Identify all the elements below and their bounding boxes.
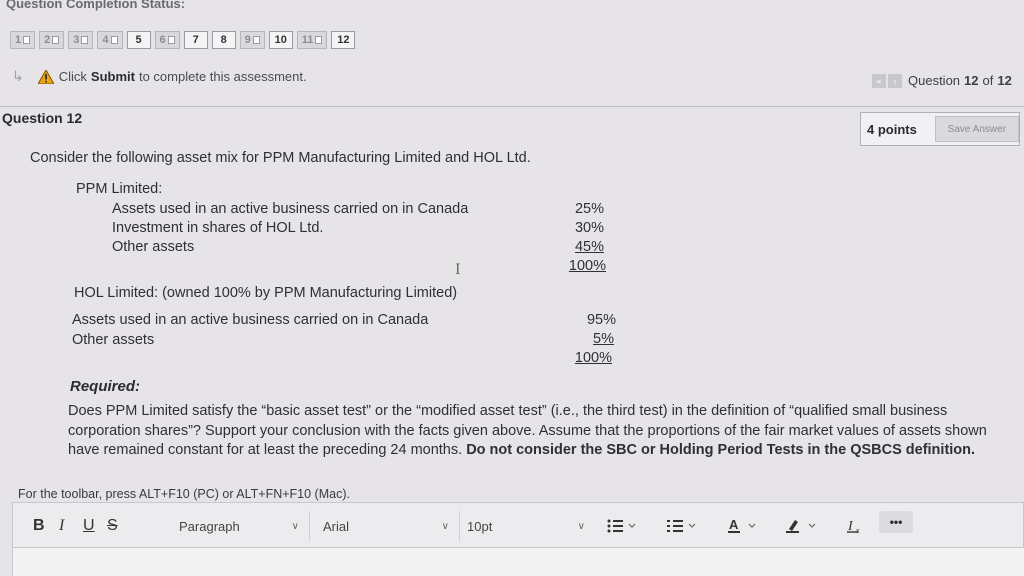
ppm-row-label: Assets used in an active business carrie… (112, 201, 469, 217)
font-family-select[interactable]: Arial ∨ (323, 503, 449, 549)
saved-icon (52, 36, 60, 44)
more-options-button[interactable]: ••• (879, 511, 913, 533)
submit-notice-suffix: to complete this assessment. (138, 69, 307, 84)
hol-row-value: 95% (586, 312, 616, 328)
font-family-value: Arial (323, 518, 350, 534)
svg-text:x: x (856, 528, 860, 535)
answer-editor[interactable] (12, 548, 1024, 576)
highlighter-icon (786, 520, 816, 533)
font-size-select[interactable]: 10pt ∨ (467, 503, 585, 549)
block-format-select[interactable]: Paragraph ∨ (179, 503, 299, 549)
chevron-down-icon: ∨ (441, 520, 449, 532)
question-nav-9[interactable]: 9 (239, 31, 265, 49)
saved-icon (252, 36, 260, 44)
pager-total: 12 (997, 73, 1012, 88)
toolbar-separator (309, 511, 310, 541)
required-heading: Required: (70, 378, 141, 395)
italic-button[interactable]: I (59, 503, 64, 549)
ppm-row-label: Investment in shares of HOL Ltd. (112, 220, 324, 236)
clear-formatting-button[interactable]: I x (847, 503, 863, 549)
submit-notice-prefix: Click (58, 69, 87, 84)
bullet-list-icon (607, 519, 636, 533)
question-nav-8[interactable]: 8 (211, 31, 236, 49)
question-nav-6[interactable]: 6 (154, 31, 180, 49)
save-answer-button[interactable]: Save Answer (934, 116, 1019, 142)
hol-row-value: 5% (593, 331, 614, 347)
saved-icon (315, 36, 323, 44)
question-navigation: 1 2 3 4 5 6 7 8 9 10 11 12 (10, 31, 356, 49)
question-nav-5[interactable]: 5 (126, 31, 151, 49)
toolbar-separator (459, 511, 460, 541)
question-nav-7[interactable]: 7 (183, 31, 208, 49)
editor-toolbar: B I U S Paragraph ∨ Arial ∨ 10pt ∨ A I x… (12, 502, 1024, 548)
text-cursor-icon: I (455, 262, 461, 278)
return-arrow-icon: ↳ (12, 68, 24, 84)
numbered-list-button[interactable] (667, 503, 697, 549)
ppm-row-label: Other assets (112, 239, 195, 255)
pager-current: 12 (964, 73, 979, 88)
question-nav-3[interactable]: 3 (68, 31, 94, 49)
question-points: 4 points (867, 121, 917, 137)
required-bold-text: Do not consider the SBC or Holding Perio… (466, 442, 976, 458)
saved-icon (23, 36, 31, 44)
underline-button[interactable]: U (83, 503, 95, 549)
ppm-heading: PPM Limited: (76, 181, 163, 197)
hol-row-label: Other assets (72, 332, 155, 348)
numbered-list-icon (667, 520, 696, 532)
saved-icon (81, 36, 89, 44)
ppm-row-value: 30% (574, 220, 604, 236)
hol-total: 100% (574, 350, 612, 366)
submit-notice: ↳ Click Submit to complete this assessme… (12, 68, 307, 85)
font-size-value: 10pt (467, 518, 493, 534)
question-intro: Consider the following asset mix for PPM… (30, 150, 531, 166)
text-color-button[interactable]: A (727, 503, 759, 549)
question-nav-2[interactable]: 2 (39, 31, 65, 49)
block-format-value: Paragraph (179, 518, 240, 534)
toolbar-hint: For the toolbar, press ALT+F10 (PC) or A… (18, 487, 350, 501)
chevron-down-icon: ∨ (291, 520, 299, 532)
previous-question-button[interactable]: ‹ (888, 73, 902, 88)
required-question-text: Does PPM Limited satisfy the “basic asse… (68, 402, 1008, 461)
question-nav-12[interactable]: 12 (331, 31, 356, 49)
ppm-row-value: 45% (574, 239, 604, 255)
completion-status-title: Question Completion Status: (6, 0, 186, 11)
points-panel: 4 points Save Answer (860, 112, 1020, 146)
bullet-list-button[interactable] (607, 503, 637, 549)
strikethrough-button[interactable]: S (107, 503, 118, 549)
first-question-button[interactable]: « (872, 73, 886, 88)
question-nav-4[interactable]: 4 (97, 31, 123, 49)
hol-row-label: Assets used in an active business carrie… (72, 312, 429, 328)
question-nav-10[interactable]: 10 (268, 31, 293, 49)
hol-heading: HOL Limited: (owned 100% by PPM Manufact… (74, 285, 458, 301)
ppm-total: 100% (568, 258, 606, 274)
warning-icon (37, 69, 54, 84)
pager-label: Question (908, 73, 961, 88)
pager-of: of (982, 73, 994, 88)
ppm-row-value: 25% (574, 201, 604, 217)
question-nav-1[interactable]: 1 (10, 31, 36, 49)
clear-formatting-icon: I x (847, 519, 860, 535)
svg-text:A: A (729, 517, 739, 532)
highlight-color-button[interactable] (785, 503, 819, 549)
question-pager: « ‹ Question 12 of 12 (872, 73, 1016, 88)
submit-notice-bold: Submit (90, 69, 135, 84)
saved-icon (110, 36, 118, 44)
question-nav-11[interactable]: 11 (296, 31, 328, 49)
saved-icon (167, 36, 175, 44)
question-title: Question 12 (2, 110, 83, 126)
text-color-icon: A (728, 517, 756, 533)
chevron-down-icon: ∨ (577, 520, 585, 532)
bold-button[interactable]: B (33, 503, 45, 549)
header-divider (0, 106, 1024, 107)
